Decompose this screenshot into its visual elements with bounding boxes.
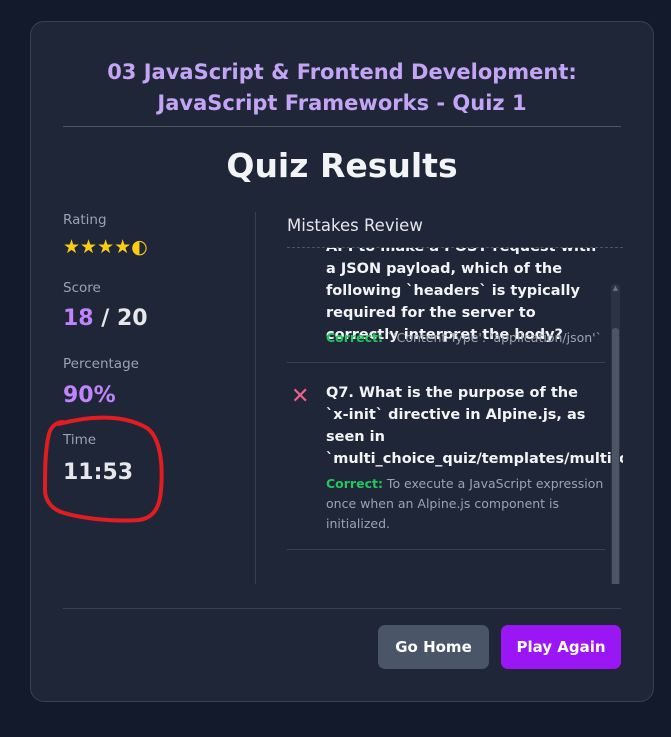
mistake-list[interactable]: API to make a POST request with a JSON p… [287,248,623,584]
mistakes-review: Mistakes Review API to make a POST reque… [287,212,623,584]
correct-label: Correct: [326,476,383,491]
go-home-button[interactable]: Go Home [378,625,489,669]
mistake-separator [287,549,605,550]
correct-answer: `'Content-Type': 'application/json'` [382,330,602,345]
percentage-label: Percentage [63,356,139,372]
red-circle-annotation [43,415,164,523]
score-total: 20 [116,306,148,331]
mistake-answer: Correct: To execute a JavaScript express… [326,474,605,534]
x-mark-icon: ✕ [291,384,310,409]
score-label: Score [63,280,101,296]
results-heading: Quiz Results [226,146,458,185]
score-correct: 18 [63,306,94,331]
mistakes-scrollbar[interactable]: ▲ ▼ [611,284,620,584]
mistakes-review-title: Mistakes Review [287,216,423,235]
scroll-up-arrow-icon[interactable]: ▲ [611,284,620,292]
scroll-thumb[interactable] [612,328,619,584]
quiz-title: 03 JavaScript & Frontend Development: Ja… [107,60,577,115]
score-separator: / [93,306,117,331]
play-again-button[interactable]: Play Again [501,625,621,669]
mistake-separator [287,362,605,363]
results-card: 03 JavaScript & Frontend Development: Ja… [30,21,654,702]
mistake-answer: Correct: `'Content-Type': 'application/j… [326,328,605,348]
rating-label: Rating [63,212,107,228]
correct-label: Correct: [326,330,383,345]
title-divider [63,126,621,127]
footer-divider [63,608,621,609]
rating-stars: ★★★★◐ [63,236,148,258]
mistake-question: Q7. What is the purpose of the `x-init` … [326,385,623,467]
score-value: 18 / 20 [63,306,148,331]
column-divider [255,212,256,584]
